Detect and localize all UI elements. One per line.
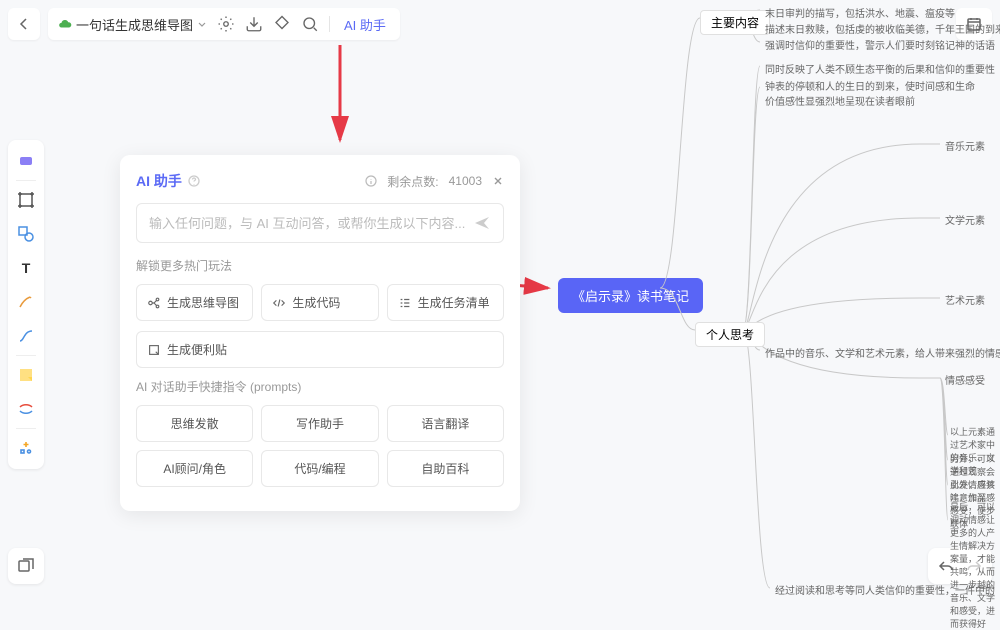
tool-add[interactable] [12, 434, 40, 462]
title-bar: 一句话生成思维导图 AI 助手 [48, 8, 400, 40]
tool-node[interactable] [12, 147, 40, 175]
chip-tasks[interactable]: 生成任务清单 [387, 284, 504, 321]
prompt-diverge[interactable]: 思维发散 [136, 405, 253, 442]
chip-sticky[interactable]: 生成便利贴 [136, 331, 504, 368]
tool-sticky[interactable] [12, 361, 40, 389]
close-icon[interactable] [492, 175, 504, 187]
chip-code[interactable]: 生成代码 [261, 284, 378, 321]
ai-assistant-button[interactable]: AI 助手 [340, 15, 390, 34]
divider [16, 428, 36, 429]
ai-assistant-panel: AI 助手 剩余点数: 41003 解锁更多热门玩法 生成思维导图 生成代码 生… [120, 155, 520, 511]
node-leaf[interactable]: 强调时信仰的重要性，警示人们要时刻铭记神的话语 [765, 37, 995, 52]
svg-text:T: T [22, 260, 31, 276]
prompts-section-title: AI 对话助手快捷指令 (prompts) [136, 378, 504, 395]
prompt-encyclopedia[interactable]: 自助百科 [387, 450, 504, 487]
node-leaf[interactable]: 最后，可以调动情感让更多的人产生情解决方案量，才能共鸣，从而进一步越的音乐、文学… [950, 500, 1000, 630]
node-emotion[interactable]: 情感感受 [945, 372, 985, 387]
back-button[interactable] [8, 8, 40, 40]
points-value: 41003 [449, 174, 482, 188]
sticky-icon [147, 343, 161, 357]
divider [16, 355, 36, 356]
divider [329, 16, 330, 32]
node-art[interactable]: 艺术元素 [945, 292, 985, 307]
tool-shape[interactable] [12, 220, 40, 248]
tool-connector[interactable] [12, 322, 40, 350]
tasks-icon [398, 296, 412, 310]
node-leaf[interactable]: 经过阅读和思考等同人类信仰的重要性，一件中的 [775, 582, 995, 597]
ai-panel-title: AI 助手 [136, 171, 200, 191]
ai-input-container[interactable] [136, 203, 504, 243]
node-literature[interactable]: 文学元素 [945, 212, 985, 227]
document-title[interactable]: 一句话生成思维导图 [58, 15, 207, 34]
layers-button[interactable] [8, 548, 44, 584]
code-icon [272, 296, 286, 310]
help-icon[interactable] [188, 175, 200, 187]
export-icon[interactable] [245, 15, 263, 33]
divider [16, 180, 36, 181]
tool-frame[interactable] [12, 186, 40, 214]
node-personal-thinking[interactable]: 个人思考 [695, 322, 765, 347]
node-leaf[interactable]: 同时反映了人类不顾生态平衡的后果和信仰的重要性 [765, 61, 995, 76]
prompt-coding[interactable]: 代码/编程 [261, 450, 378, 487]
prompt-translate[interactable]: 语言翻译 [387, 405, 504, 442]
points-label: 剩余点数: [387, 173, 438, 190]
tool-sync[interactable] [12, 395, 40, 423]
tool-text[interactable]: T [12, 254, 40, 282]
mindmap-root-node[interactable]: 《启示录》读书笔记 [558, 278, 703, 313]
prompt-writing[interactable]: 写作助手 [261, 405, 378, 442]
cloud-icon [58, 17, 72, 31]
chip-mindmap[interactable]: 生成思维导图 [136, 284, 253, 321]
tool-pen[interactable] [12, 288, 40, 316]
ai-input[interactable] [149, 216, 473, 231]
settings-icon[interactable] [217, 15, 235, 33]
prompt-advisor[interactable]: AI顾问/角色 [136, 450, 253, 487]
info-icon [365, 175, 377, 187]
send-icon[interactable] [473, 214, 491, 232]
chevron-down-icon [197, 19, 207, 29]
tag-icon[interactable] [273, 15, 291, 33]
mindmap-icon [147, 296, 161, 310]
node-main-content[interactable]: 主要内容 [700, 10, 770, 35]
search-icon[interactable] [301, 15, 319, 33]
hot-section-title: 解锁更多热门玩法 [136, 257, 504, 274]
left-toolbar: T [8, 140, 44, 469]
node-leaf[interactable]: 描述末日救赎，包括虔的被收临美德，千年王国的到来等 [765, 21, 1000, 36]
node-leaf[interactable]: 末日审判的描写，包括洪水、地震、瘟疫等 [765, 5, 955, 20]
node-leaf[interactable]: 作品中的音乐、文学和艺术元素，给人带来强烈的情感感受 [765, 345, 1000, 360]
node-music[interactable]: 音乐元素 [945, 138, 985, 153]
node-leaf[interactable]: 钟表的停顿和人的生日的到来，使时间感和生命价值感性显强烈地呈现在读者眼前 [765, 78, 975, 108]
